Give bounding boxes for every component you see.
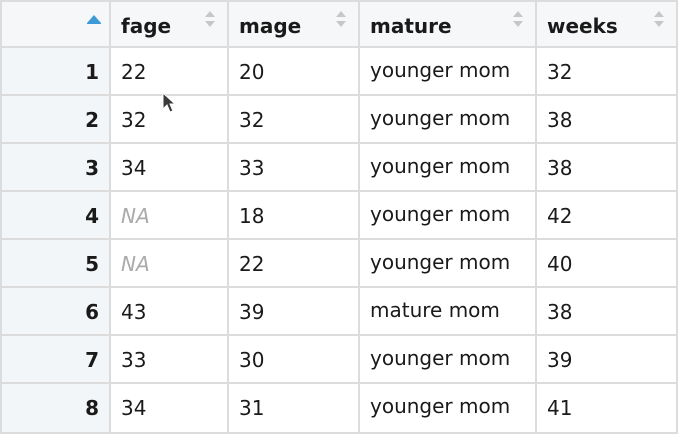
row-number: 2 [0,96,111,144]
cell-value: 39 [239,300,265,324]
sort-both-icon[interactable] [205,11,215,27]
table-cell-weeks: 38 [537,288,678,336]
cell-value: 22 [239,252,265,276]
cell-value: 34 [121,156,147,180]
cell-value: 32 [121,108,147,132]
cell-value: 20 [239,60,265,84]
cell-value: 32 [547,60,573,84]
column-header-label: weeks [547,14,618,38]
cell-value: 38 [547,300,573,324]
rowname-header[interactable] [0,0,111,48]
column-header-label: fage [121,14,172,38]
cell-value: 42 [547,204,573,228]
row-number: 4 [0,192,111,240]
sort-ascending-icon[interactable] [87,15,101,24]
cell-value: 34 [121,396,147,420]
row-number-label: 7 [85,348,99,372]
table-cell-fage: 34 [111,144,229,192]
table-cell-mature: younger mom [360,144,537,192]
cell-value-missing: NA [121,252,150,276]
sort-both-icon[interactable] [336,11,346,27]
cell-value: mature mom [370,298,500,322]
cell-value: 31 [239,396,265,420]
row-number-label: 6 [85,300,99,324]
row-number: 1 [0,48,111,96]
table-cell-weeks: 39 [537,336,678,384]
row-number-label: 2 [85,108,99,132]
cell-value: younger mom [370,58,511,82]
table-cell-mage: 22 [229,240,360,288]
cell-value: younger mom [370,202,511,226]
column-header-label: mage [239,14,302,38]
column-header-mature[interactable]: mature [360,0,537,48]
row-number: 8 [0,384,111,434]
table-cell-mature: younger mom [360,48,537,96]
table-cell-fage: NA [111,192,229,240]
row-number-label: 1 [85,60,99,84]
cell-value: 18 [239,204,265,228]
cell-value: younger mom [370,250,511,274]
table-cell-fage: 34 [111,384,229,434]
table-cell-fage: 22 [111,48,229,96]
table-cell-mage: 31 [229,384,360,434]
cell-value: 38 [547,108,573,132]
row-number: 3 [0,144,111,192]
table-cell-mage: 18 [229,192,360,240]
table-cell-mature: younger mom [360,192,537,240]
cell-value: 33 [121,348,147,372]
cell-value: younger mom [370,394,511,418]
cell-value: 38 [547,156,573,180]
row-number: 7 [0,336,111,384]
row-number: 6 [0,288,111,336]
table-cell-mage: 32 [229,96,360,144]
cell-value: 40 [547,252,573,276]
table-cell-mature: mature mom [360,288,537,336]
table-cell-fage: NA [111,240,229,288]
table-cell-mature: younger mom [360,96,537,144]
table-cell-fage: 32 [111,96,229,144]
row-number-label: 3 [85,156,99,180]
table-cell-mature: younger mom [360,336,537,384]
table-cell-weeks: 42 [537,192,678,240]
table-cell-mage: 20 [229,48,360,96]
sort-both-icon[interactable] [654,11,664,27]
row-number-label: 8 [85,396,99,420]
row-number-label: 5 [85,252,99,276]
cell-value: younger mom [370,346,511,370]
cell-value: 32 [239,108,265,132]
cell-value: 43 [121,300,147,324]
table-cell-mage: 39 [229,288,360,336]
table-cell-weeks: 38 [537,144,678,192]
table-cell-weeks: 32 [537,48,678,96]
table-cell-mage: 33 [229,144,360,192]
cell-value: 22 [121,60,147,84]
table-cell-mage: 30 [229,336,360,384]
cell-value: 30 [239,348,265,372]
row-number-label: 4 [85,204,99,228]
cell-value: 41 [547,396,573,420]
column-header-mage[interactable]: mage [229,0,360,48]
cell-value-missing: NA [121,204,150,228]
table-cell-mature: younger mom [360,240,537,288]
table-cell-fage: 33 [111,336,229,384]
table-cell-weeks: 40 [537,240,678,288]
cell-value: 39 [547,348,573,372]
cell-value: younger mom [370,106,511,130]
sort-both-icon[interactable] [513,11,523,27]
column-header-fage[interactable]: fage [111,0,229,48]
cell-value: 33 [239,156,265,180]
column-header-weeks[interactable]: weeks [537,0,678,48]
row-number: 5 [0,240,111,288]
column-header-label: mature [370,14,452,38]
cell-value: younger mom [370,154,511,178]
data-table: fage mage mature weeks 1 22 20 younger m… [0,0,678,434]
table-cell-weeks: 41 [537,384,678,434]
table-cell-fage: 43 [111,288,229,336]
table-cell-mature: younger mom [360,384,537,434]
table-cell-weeks: 38 [537,96,678,144]
